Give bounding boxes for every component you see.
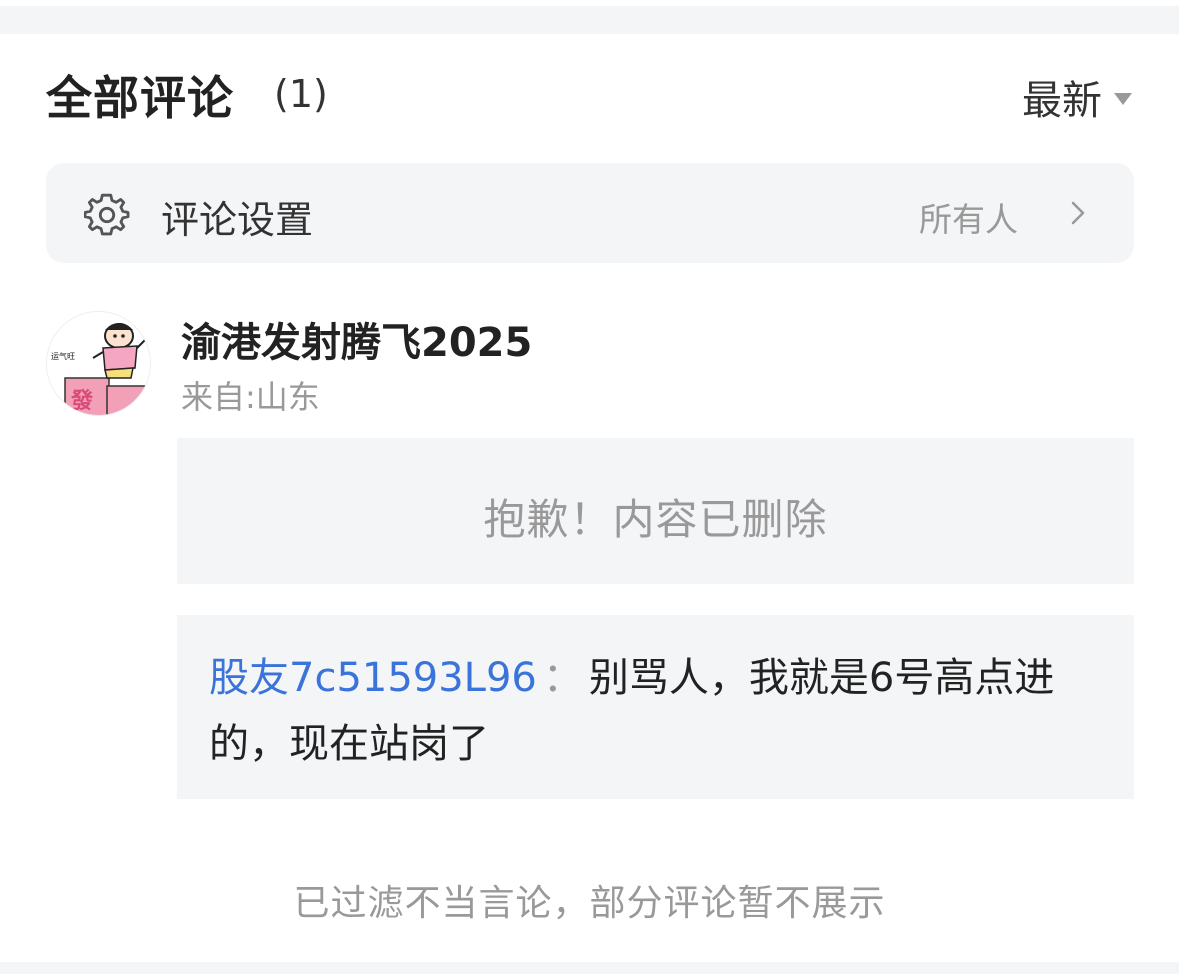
comment-settings-value: 所有人 xyxy=(919,200,1018,239)
sort-label: 最新 xyxy=(1022,78,1102,124)
avatar-caption: 运气旺 xyxy=(51,351,75,361)
reply-author-link[interactable]: 股友7c51593L96 xyxy=(209,655,537,701)
gear-icon xyxy=(84,193,130,236)
caret-down-icon xyxy=(1114,93,1132,105)
bottom-separator xyxy=(0,962,1179,974)
top-separator xyxy=(0,0,1179,36)
reply-box[interactable]: 股友7c51593L96：别骂人，我就是6号高点进的，现在站岗了 xyxy=(177,615,1134,799)
sort-dropdown[interactable]: 最新 xyxy=(1022,68,1132,126)
comments-title: 全部评论 xyxy=(46,71,234,125)
comments-count: (1) xyxy=(274,72,328,116)
chevron-right-icon xyxy=(1071,201,1085,225)
comment-settings-row[interactable]: 评论设置 所有人 xyxy=(46,163,1134,263)
comment-username[interactable]: 渝港发射腾飞2025 xyxy=(181,310,532,368)
comment-location: 来自:山东 xyxy=(181,378,320,416)
avatar-image: 运气旺 發 xyxy=(47,312,150,415)
deleted-message: 抱歉！内容已删除 xyxy=(483,495,828,544)
reply-separator: ： xyxy=(542,655,583,701)
avatar-badge: 發 xyxy=(70,389,93,414)
comment-settings-label: 评论设置 xyxy=(161,198,314,242)
reply-content: 股友7c51593L96：别骂人，我就是6号高点进的，现在站岗了 xyxy=(209,645,1109,777)
deleted-comment-box: 抱歉！内容已删除 xyxy=(177,438,1134,584)
filter-notice: 已过滤不当言论，部分评论暂不展示 xyxy=(293,883,886,924)
comments-header: 全部评论 (1) 最新 xyxy=(46,58,1132,128)
avatar[interactable]: 运气旺 發 xyxy=(46,311,151,416)
